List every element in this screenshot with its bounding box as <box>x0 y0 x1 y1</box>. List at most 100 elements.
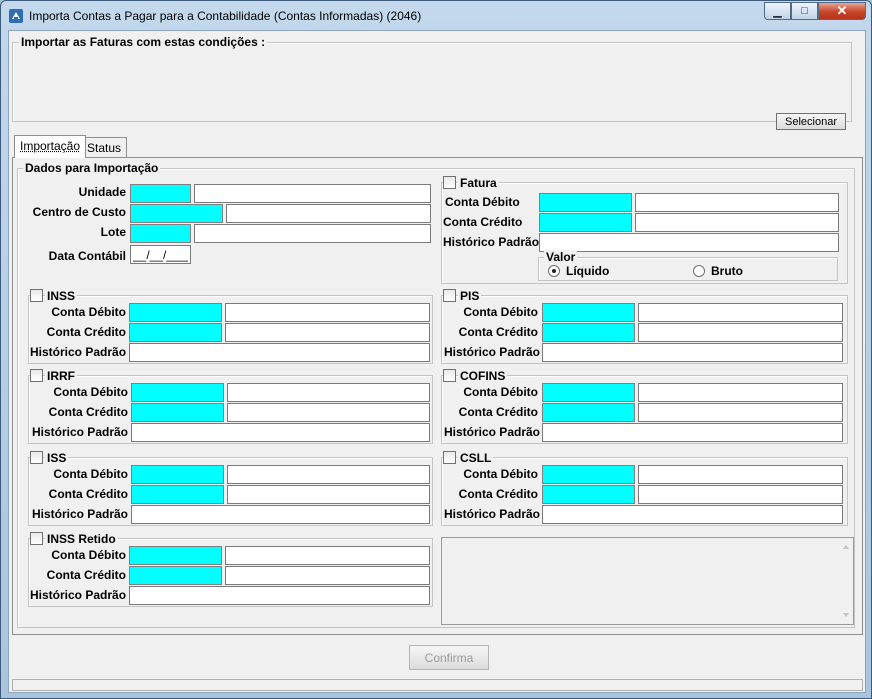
data-contabil-input[interactable] <box>130 245 191 264</box>
iss-legend: ISS <box>45 451 69 465</box>
iss-credito-name-input[interactable] <box>227 485 430 504</box>
cofins-credito-name-input[interactable] <box>638 403 843 422</box>
iss-debito-name-input[interactable] <box>227 465 430 484</box>
irrf-historico-label: Histórico Padrão <box>31 425 128 439</box>
cofins-debito-name-input[interactable] <box>638 383 843 402</box>
irrf-legend: IRRF <box>45 369 77 383</box>
tab-importacao[interactable]: Importação <box>14 135 87 158</box>
csll-debito-name-input[interactable] <box>638 465 843 484</box>
fatura-legend: Fatura <box>458 176 499 190</box>
centro-custo-name-input[interactable] <box>226 204 431 223</box>
lote-code-input[interactable] <box>130 224 191 243</box>
csll-credito-name-input[interactable] <box>638 485 843 504</box>
fatura-credito-label: Conta Crédito <box>443 215 523 229</box>
maximize-button[interactable]: □ <box>791 2 818 20</box>
csll-debito-label: Conta Débito <box>463 467 538 481</box>
fatura-historico-label: Histórico Padrão <box>443 235 540 249</box>
valor-liquido-radio[interactable] <box>548 265 560 277</box>
pis-historico-input[interactable] <box>542 343 843 362</box>
cofins-debito-label: Conta Débito <box>463 385 538 399</box>
inss-checkbox[interactable] <box>30 289 43 302</box>
irrf-credito-name-input[interactable] <box>227 403 430 422</box>
inss-retido-debito-name-input[interactable] <box>225 546 430 565</box>
app-icon <box>9 9 23 23</box>
fatura-historico-input[interactable] <box>539 233 839 252</box>
conditions-legend: Importar as Faturas com estas condições … <box>19 35 268 49</box>
tab-panel-importacao: Dados para Importação Unidade Centro de … <box>12 157 863 635</box>
fatura-debito-code-input[interactable] <box>539 193 632 212</box>
status-bar <box>12 679 863 691</box>
dados-legend: Dados para Importação <box>23 161 161 175</box>
iss-historico-input[interactable] <box>131 505 430 524</box>
close-button[interactable]: ✕ <box>818 2 866 20</box>
iss-checkbox[interactable] <box>30 451 43 464</box>
close-icon: ✕ <box>836 3 848 18</box>
notes-textarea[interactable] <box>441 537 854 625</box>
fatura-checkbox[interactable] <box>443 176 456 189</box>
unidade-name-input[interactable] <box>194 184 431 203</box>
fatura-debito-label: Conta Débito <box>445 195 520 209</box>
title-bar[interactable]: Importa Contas a Pagar para a Contabilid… <box>1 1 871 29</box>
csll-debito-code-input[interactable] <box>542 465 635 484</box>
fatura-credito-code-input[interactable] <box>539 213 632 232</box>
inss-credito-name-input[interactable] <box>225 323 430 342</box>
scroll-down-icon[interactable] <box>839 609 853 621</box>
irrf-credito-code-input[interactable] <box>131 403 224 422</box>
notes-scrollbar[interactable] <box>839 538 853 624</box>
inss-retido-debito-code-input[interactable] <box>129 546 222 565</box>
cofins-debito-code-input[interactable] <box>542 383 635 402</box>
pis-debito-name-input[interactable] <box>638 303 843 322</box>
cofins-credito-code-input[interactable] <box>542 403 635 422</box>
valor-bruto-label: Bruto <box>711 264 743 278</box>
pis-legend: PIS <box>458 289 482 303</box>
irrf-debito-name-input[interactable] <box>227 383 430 402</box>
inss-historico-input[interactable] <box>129 343 430 362</box>
app-window: Importa Contas a Pagar para a Contabilid… <box>0 0 872 699</box>
inss-retido-debito-label: Conta Débito <box>51 548 126 562</box>
inss-retido-historico-input[interactable] <box>129 586 430 605</box>
confirm-button[interactable]: Confirma <box>409 645 489 670</box>
iss-historico-label: Histórico Padrão <box>31 507 128 521</box>
fatura-debito-name-input[interactable] <box>635 193 839 212</box>
cofins-credito-label: Conta Crédito <box>458 405 538 419</box>
conditions-group <box>12 42 852 122</box>
irrf-historico-input[interactable] <box>131 423 430 442</box>
inss-retido-checkbox[interactable] <box>30 532 43 545</box>
centro-custo-code-input[interactable] <box>130 204 223 223</box>
cofins-historico-input[interactable] <box>542 423 843 442</box>
valor-bruto-radio[interactable] <box>693 265 705 277</box>
pis-credito-code-input[interactable] <box>542 323 635 342</box>
pis-debito-code-input[interactable] <box>542 303 635 322</box>
fatura-credito-name-input[interactable] <box>635 213 839 232</box>
inss-historico-label: Histórico Padrão <box>30 345 127 359</box>
inss-retido-credito-name-input[interactable] <box>225 566 430 585</box>
valor-liquido-label: Líquido <box>566 264 610 278</box>
cofins-checkbox[interactable] <box>443 369 456 382</box>
csll-historico-label: Histórico Padrão <box>443 507 540 521</box>
csll-legend: CSLL <box>458 451 494 465</box>
inss-retido-credito-code-input[interactable] <box>129 566 222 585</box>
inss-retido-historico-label: Histórico Padrão <box>30 588 127 602</box>
iss-credito-code-input[interactable] <box>131 485 224 504</box>
select-button[interactable]: Selecionar <box>776 113 846 130</box>
maximize-icon: □ <box>801 5 808 17</box>
minimize-button[interactable]: ▁ <box>764 2 791 20</box>
unidade-code-input[interactable] <box>130 184 191 203</box>
csll-checkbox[interactable] <box>443 451 456 464</box>
irrf-checkbox[interactable] <box>30 369 43 382</box>
inss-debito-name-input[interactable] <box>225 303 430 322</box>
iss-debito-code-input[interactable] <box>131 465 224 484</box>
scroll-up-icon[interactable] <box>839 541 853 553</box>
pis-credito-name-input[interactable] <box>638 323 843 342</box>
irrf-debito-code-input[interactable] <box>131 383 224 402</box>
cofins-legend: COFINS <box>458 369 508 383</box>
inss-debito-label: Conta Débito <box>51 305 126 319</box>
lote-name-input[interactable] <box>194 224 431 243</box>
data-contabil-label: Data Contábil <box>48 249 126 263</box>
pis-checkbox[interactable] <box>443 289 456 302</box>
csll-credito-code-input[interactable] <box>542 485 635 504</box>
csll-historico-input[interactable] <box>542 505 843 524</box>
tab-status[interactable]: Status <box>81 137 128 157</box>
inss-credito-code-input[interactable] <box>129 323 222 342</box>
inss-debito-code-input[interactable] <box>129 303 222 322</box>
